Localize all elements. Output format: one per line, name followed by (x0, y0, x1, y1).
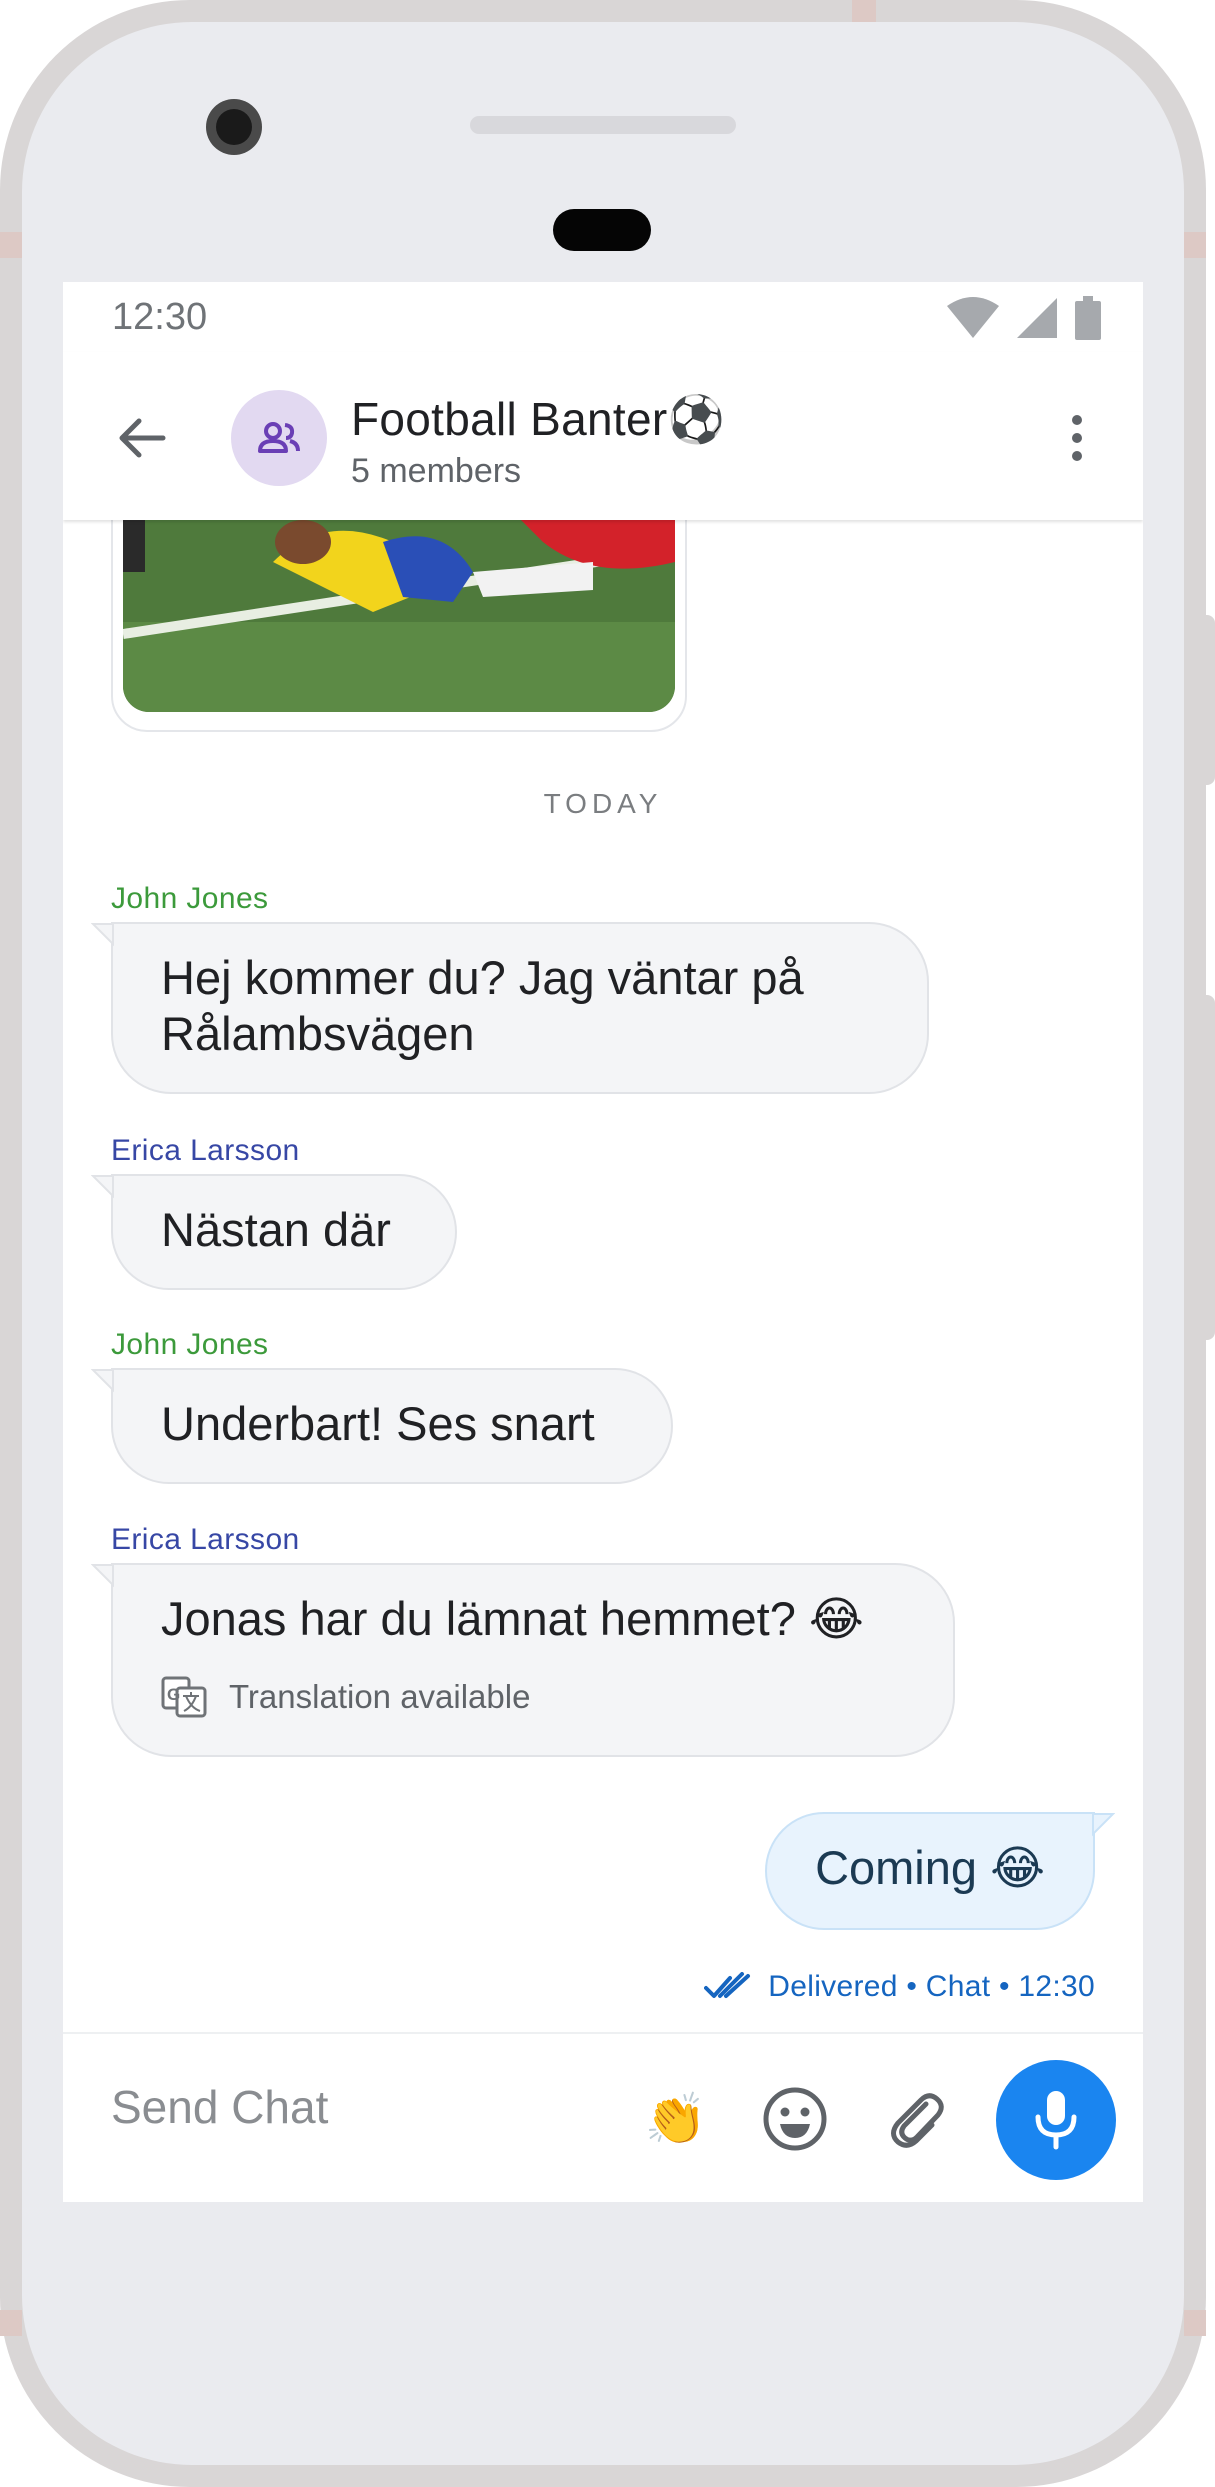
clapping-hands-emoji: 👏 (644, 2090, 708, 2147)
mic-icon (1035, 2091, 1077, 2150)
sender-name: Erica Larsson (111, 1134, 300, 1167)
emoji-icon (763, 2087, 827, 2151)
message-text: Underbart! Ses snart (161, 1397, 595, 1450)
delivery-status-text: Delivered • Chat • 12:30 (768, 1970, 1095, 2003)
phone-screen: 12:30 Football Banter⚽ 5 members TODAY J… (63, 282, 1143, 2202)
attach-icon (891, 2093, 944, 2148)
status-bar: 12:30 (63, 282, 1143, 352)
voice-record-button[interactable] (996, 2060, 1116, 2180)
double-check-icon (704, 1972, 751, 1998)
day-separator: TODAY (543, 788, 663, 819)
status-time: 12:30 (112, 296, 208, 338)
sender-name: John Jones (111, 882, 269, 915)
composer-bar: Send Chat 👏 (63, 2032, 1143, 2202)
bubble-tail (91, 1369, 114, 1393)
wifi-icon (947, 297, 999, 338)
bubble-tail (91, 923, 114, 947)
group-avatar[interactable] (231, 390, 327, 486)
sender-name: John Jones (111, 1328, 269, 1361)
translation-label: Translation available (229, 1678, 531, 1715)
delivery-status: Delivered • Chat • 12:30 (704, 1970, 1095, 2004)
media-message[interactable] (111, 520, 687, 732)
message-bubble[interactable]: Hej kommer du? Jag väntar på Rålambsväge… (91, 922, 929, 1094)
power-button (1200, 615, 1215, 785)
translate-icon: G (161, 1676, 207, 1718)
outgoing-message-bubble[interactable]: Coming 😂 (765, 1812, 1115, 1930)
chat-title[interactable]: Football Banter⚽ (351, 392, 725, 447)
front-camera (206, 99, 262, 155)
frame-band-top (852, 0, 876, 22)
message-bubble[interactable]: Underbart! Ses snart (91, 1368, 673, 1484)
volume-button (1200, 995, 1215, 1340)
message-bubble[interactable]: Jonas har du lämnat hemmet? 😂 G Translat… (91, 1563, 955, 1757)
earpiece-speaker (470, 116, 736, 134)
emoji-button[interactable] (760, 2084, 830, 2154)
group-icon (258, 422, 300, 453)
svg-text:G: G (167, 1685, 180, 1704)
battery-icon (1075, 296, 1101, 340)
proximity-sensor (553, 209, 651, 251)
conversation-list[interactable]: TODAY John Jones Hej kommer du? Jag vänt… (63, 520, 1143, 2030)
app-bar: Football Banter⚽ 5 members (63, 352, 1143, 520)
more-vert-icon[interactable] (1061, 408, 1093, 468)
message-text: Hej kommer du? Jag väntar på (161, 951, 804, 1004)
message-text: Coming 😂 (815, 1841, 1045, 1894)
bubble-tail (91, 1175, 114, 1199)
quick-emoji-button[interactable]: 👏 (641, 2084, 711, 2154)
message-bubble[interactable]: Nästan där (91, 1174, 457, 1290)
message-text: Jonas har du lämnat hemmet? 😂 (161, 1592, 864, 1645)
frame-band-right (1184, 232, 1206, 258)
bubble-tail (1092, 1813, 1115, 1837)
sender-name: Erica Larsson (111, 1523, 300, 1556)
gif-thumbnail[interactable] (123, 520, 675, 712)
message-text: Nästan där (161, 1203, 391, 1256)
translation-link[interactable]: G Translation available (161, 1669, 905, 1725)
attach-button[interactable] (881, 2084, 951, 2154)
bubble-tail (91, 1564, 114, 1588)
frame-band-right-bottom (1184, 2310, 1206, 2336)
message-text-line2: Rålambsvägen (161, 1007, 475, 1060)
status-icons (945, 296, 1103, 340)
signal-icon (1017, 298, 1057, 338)
send-chat-input[interactable]: Send Chat (111, 2080, 328, 2134)
frame-band-left-bottom (0, 2310, 22, 2336)
chat-subtitle: 5 members (351, 452, 522, 490)
frame-band-left (0, 232, 22, 258)
back-arrow-icon[interactable] (111, 408, 171, 468)
